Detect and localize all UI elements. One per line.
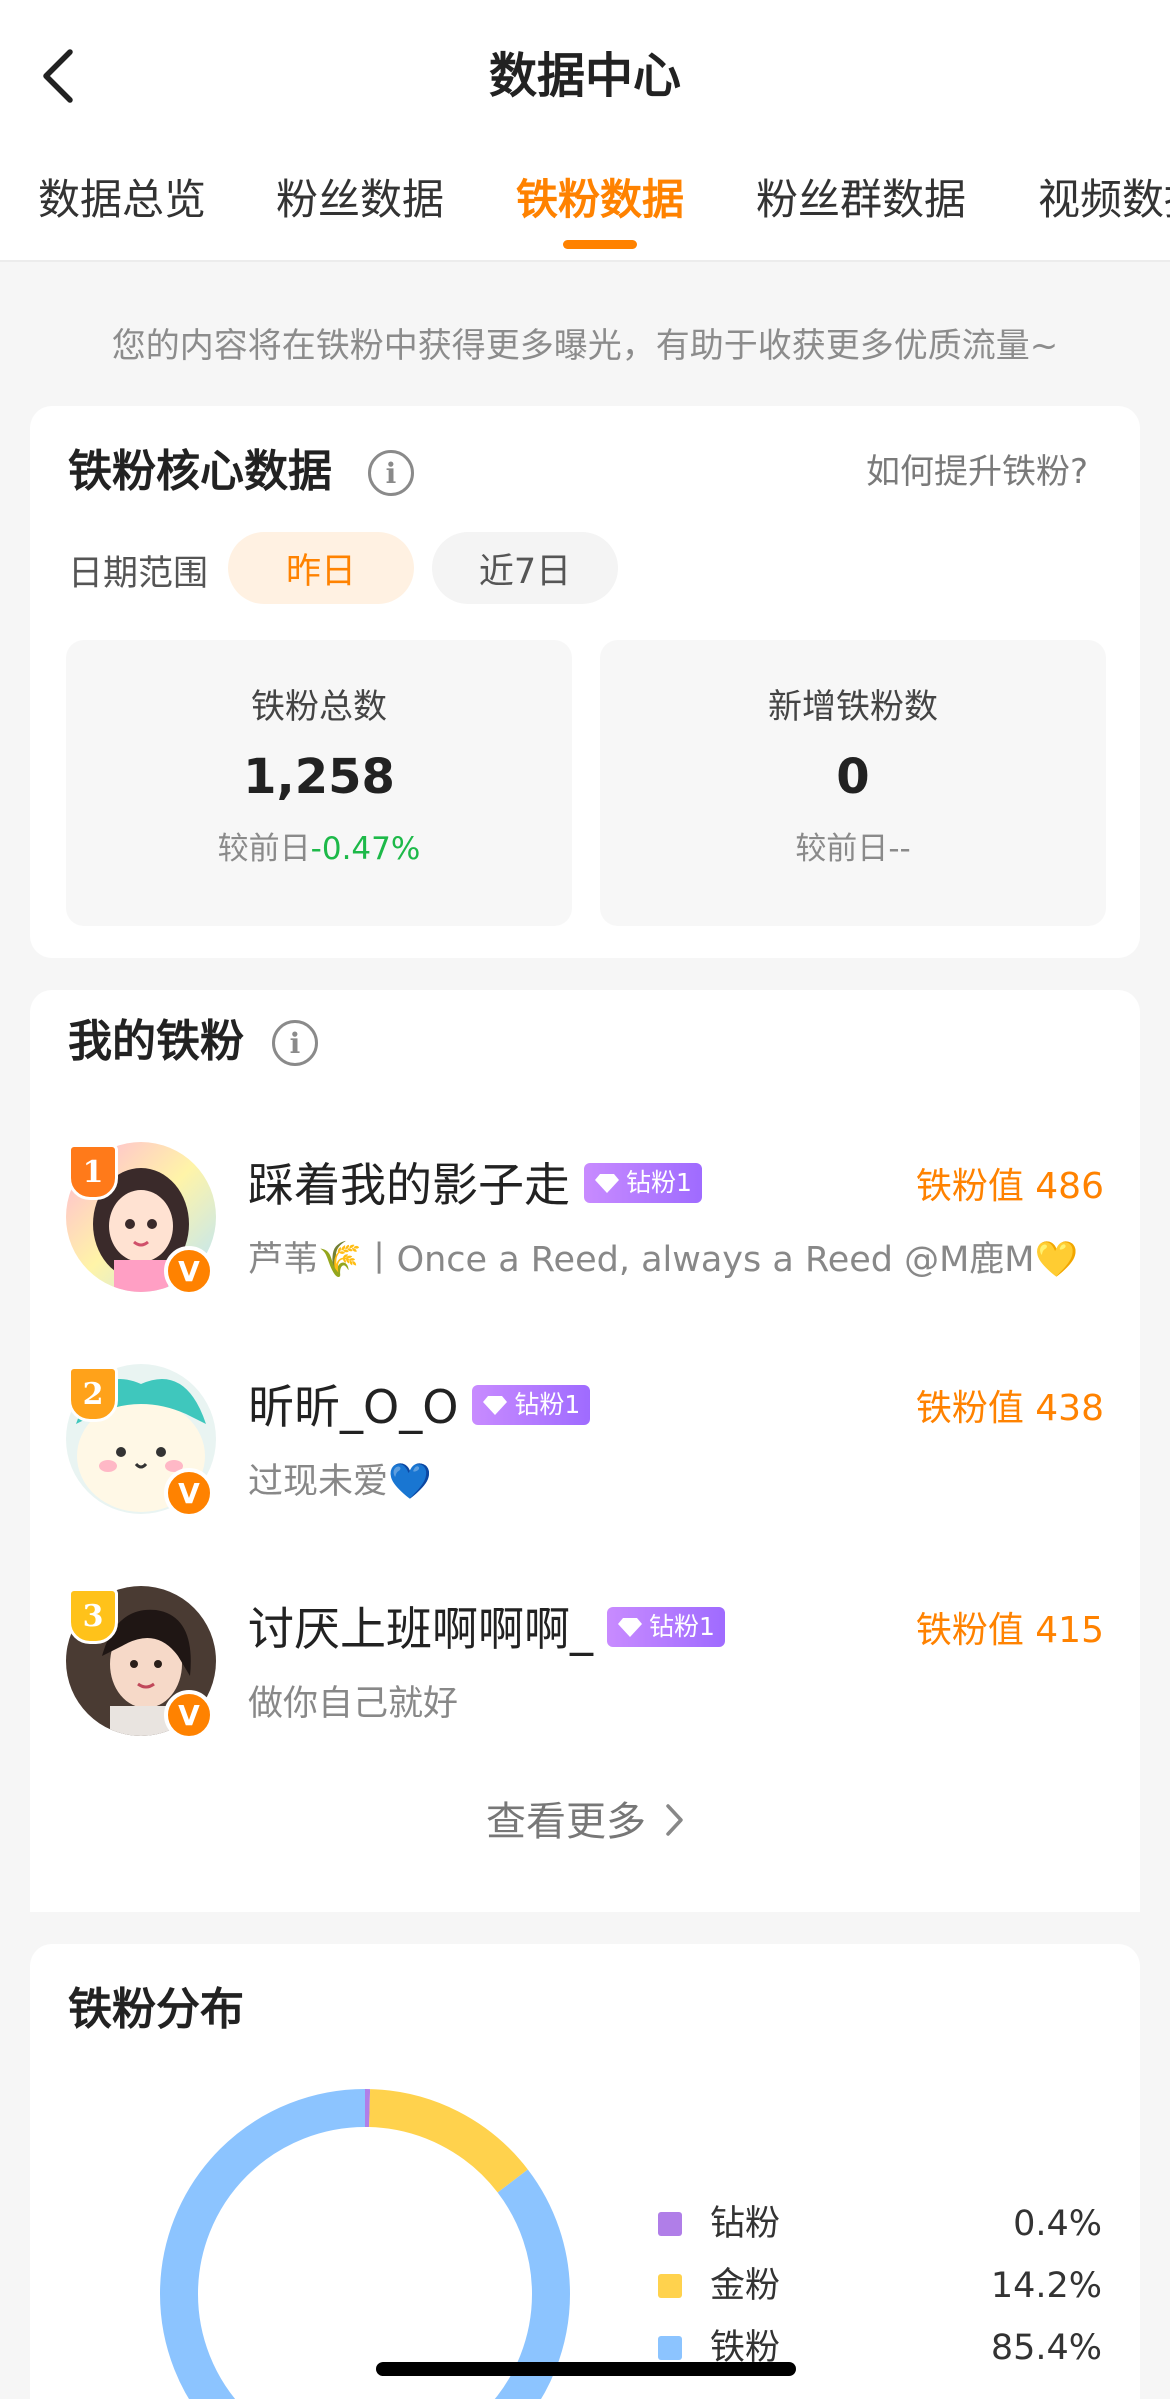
compare-prefix: 较前日 [217,831,311,867]
home-indicator [376,2362,796,2376]
fan-bio: 芦苇🌾丨Once a Reed, always a Reed @M鹿M💛 [248,1240,1079,1280]
fan-score: 铁粉值 486 [916,1162,1104,1212]
legend-percent: 85.4% [990,2328,1102,2368]
new-iron-fans-stat: 新增铁粉数 0 较前日-- [600,640,1106,926]
diamond-icon [595,1173,619,1193]
tab-fan-group[interactable]: 粉丝群数据 [756,160,966,240]
top-bar: 数据中心 数据总览 粉丝数据 铁粉数据 粉丝群数据 视频数据 [0,0,1170,262]
legend-swatch [658,2212,682,2236]
page-title: 数据中心 [488,48,681,104]
see-more-button[interactable]: 查看更多 [30,1790,1140,1856]
how-to-improve-link[interactable]: 如何提升铁粉? [866,442,1088,502]
range-7days-button[interactable]: 近7日 [432,532,618,604]
info-icon[interactable]: i [368,450,414,496]
distribution-title: 铁粉分布 [68,1984,244,2035]
level-badge-label: 钻粉1 [626,1167,692,1197]
legend-label: 钻粉 [710,2204,781,2244]
stat-compare: 较前日-- [600,824,1106,874]
see-more-label: 查看更多 [486,1799,646,1845]
tab-overview[interactable]: 数据总览 [38,160,206,240]
stat-label: 新增铁粉数 [768,687,938,727]
legend-label: 金粉 [710,2266,781,2306]
date-range-label: 日期范围 [68,554,209,594]
verified-badge-icon: V [164,1690,214,1740]
active-tab-indicator [563,240,637,249]
score-label: 铁粉值 [915,1610,1024,1651]
fan-row[interactable]: 2 V 昕昕_O_O 钻粉1 铁粉值 438 过现未爱💙 [30,1364,1140,1534]
verified-badge-icon: V [164,1468,214,1518]
compare-value: -- [888,831,911,867]
chevron-right-icon [664,1792,684,1856]
tab-fans[interactable]: 粉丝数据 [276,160,444,240]
core-data-card: 铁粉核心数据 i 如何提升铁粉? 日期范围 昨日 近7日 铁粉总数 1,258 … [30,406,1140,958]
rank-badge: 3 [68,1588,118,1644]
level-badge: 钻粉1 [584,1162,702,1203]
total-iron-fans-stat: 铁粉总数 1,258 较前日-0.47% [66,640,572,926]
level-badge-label: 钻粉1 [649,1611,715,1641]
legend-swatch [658,2336,682,2360]
notice-text: 您的内容将在铁粉中获得更多曝光，有助于收获更多优质流量~ [111,326,1059,366]
legend-item: 金粉 14.2% [658,2256,1102,2316]
fan-bio: 过现未爱💙 [248,1462,432,1502]
score-label: 铁粉值 [915,1388,1024,1429]
iron-fan-distribution-card: 铁粉分布 钻粉 0.4% 金粉 14.2% 铁粉 85.4% [30,1944,1140,2399]
score-label: 铁粉值 [915,1166,1024,1207]
fan-score: 铁粉值 438 [916,1384,1104,1434]
stat-label: 铁粉总数 [251,687,387,727]
info-icon[interactable]: i [272,1020,318,1066]
fan-name[interactable]: 讨厌上班啊啊啊_ 钻粉1 [248,1596,725,1662]
range-yesterday-button[interactable]: 昨日 [228,532,414,604]
tab-video[interactable]: 视频数据 [1038,160,1170,240]
diamond-icon [483,1395,508,1415]
score-value: 415 [1035,1610,1104,1651]
stat-value: 0 [836,749,870,805]
fan-name-text: 踩着我的影子走 [248,1158,570,1212]
level-badge-label: 钻粉1 [514,1389,581,1419]
tab-bar: 数据总览 粉丝数据 铁粉数据 粉丝群数据 视频数据 [0,160,1170,240]
verified-badge-icon: V [164,1246,214,1296]
core-data-title: 铁粉核心数据 [68,446,332,497]
legend-percent: 0.4% [1013,2204,1102,2244]
fan-row[interactable]: 1 V 踩着我的影子走 钻粉1 铁粉值 486 芦苇🌾丨Once a Reed, … [30,1142,1140,1312]
stat-value: 1,258 [243,749,395,805]
fan-row[interactable]: 3 V 讨厌上班啊啊啊_ 钻粉1 铁粉值 415 做你自己就好 [30,1586,1140,1756]
score-value: 486 [1035,1166,1104,1207]
fan-bio: 做你自己就好 [248,1684,459,1724]
legend-swatch [658,2274,682,2298]
my-iron-fans-title: 我的铁粉 [68,1016,244,1067]
fan-name-text: 讨厌上班啊啊啊_ [248,1602,593,1656]
my-iron-fans-card: 我的铁粉 i 1 V 踩着我的影子走 钻粉1 铁粉值 486 芦苇🌾丨Once a… [30,990,1140,1912]
level-badge: 钻粉1 [607,1606,725,1647]
legend-item: 钻粉 0.4% [658,2194,1102,2254]
score-value: 438 [1035,1388,1104,1429]
level-badge: 钻粉1 [472,1384,591,1425]
distribution-donut-chart [160,2089,570,2399]
compare-value: -0.47% [310,831,421,867]
diamond-icon [618,1617,642,1637]
fan-name[interactable]: 昕昕_O_O 钻粉1 [248,1374,591,1440]
rank-badge: 2 [68,1366,118,1422]
legend-percent: 14.2% [990,2266,1102,2306]
fan-name[interactable]: 踩着我的影子走 钻粉1 [248,1152,702,1218]
compare-prefix: 较前日 [795,831,889,867]
stat-compare: 较前日-0.47% [66,824,572,874]
fan-name-text: 昕昕_O_O [248,1380,459,1434]
tab-iron-fans[interactable]: 铁粉数据 [516,160,684,240]
fan-score: 铁粉值 415 [916,1606,1104,1656]
rank-badge: 1 [68,1144,118,1200]
